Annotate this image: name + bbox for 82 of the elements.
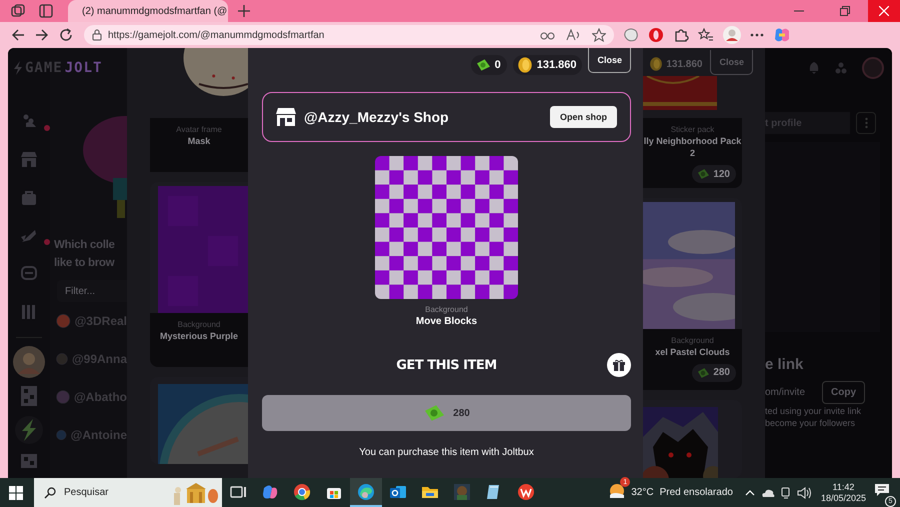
chevron-up-icon[interactable]	[744, 490, 755, 496]
search-field[interactable]: Pesquisar	[34, 478, 222, 507]
store-icon	[276, 108, 296, 126]
item-name: Mask	[188, 135, 210, 147]
coin-balance: 131.860	[666, 58, 702, 70]
puzzle-icon[interactable]	[673, 27, 689, 43]
cloud-icon[interactable]	[760, 488, 775, 497]
windows-icon[interactable]	[9, 486, 23, 500]
item-name: Mysterious Purple	[160, 330, 238, 342]
notification-dot-icon	[44, 239, 50, 245]
back-icon[interactable]	[11, 28, 25, 42]
close-button[interactable]	[868, 0, 900, 22]
item-name: xel Pastel Clouds	[655, 346, 730, 358]
open-shop-button[interactable]: Open shop	[550, 106, 617, 128]
joltbux-balance: 0	[470, 55, 507, 75]
item-name: Move Blocks	[414, 316, 478, 327]
favorites-icon[interactable]	[698, 27, 714, 43]
edge-icon	[356, 482, 376, 502]
profile-avatar-icon[interactable]	[723, 26, 741, 44]
weather-icon[interactable]	[609, 482, 626, 498]
money-icon	[696, 167, 710, 181]
restore-icon[interactable]	[840, 6, 850, 16]
avatar-icon[interactable]	[13, 346, 45, 378]
extension-icon[interactable]	[623, 27, 639, 43]
shop-name: @Azzy_Mezzy's Shop	[304, 109, 449, 125]
item-type: Sticker pack	[670, 124, 714, 135]
forward-icon[interactable]	[35, 28, 49, 42]
money-icon	[696, 366, 710, 380]
meet-icon[interactable]	[780, 486, 791, 498]
lock-icon	[92, 29, 102, 41]
purchase-note: You can purchase this item with Joltbux	[358, 447, 535, 458]
close-icon	[879, 6, 889, 16]
reload-icon[interactable]	[59, 28, 73, 42]
tab-title: (2) manummdgmodsfmartfan (@	[82, 6, 228, 16]
item-name: lly Neighborhood Pack	[644, 135, 742, 147]
heading-text: like to brow	[54, 256, 116, 271]
clock-date[interactable]: 18/05/2025	[820, 492, 866, 504]
gift-icon	[613, 359, 625, 371]
workspaces-icon[interactable]	[10, 3, 26, 19]
item-type: Background	[424, 305, 469, 314]
section-heading: GET THIS ITEM	[396, 358, 497, 372]
coin-icon	[516, 57, 533, 73]
item-type: Avatar frame	[176, 124, 222, 135]
tab-actions-icon[interactable]	[38, 3, 54, 19]
coin-balance: 131.860	[512, 55, 582, 75]
invite-note: ted using your invite link	[765, 406, 862, 416]
item-card[interactable]: Avatar frame Mask	[150, 48, 248, 172]
temperature-text: 32°C	[631, 487, 654, 498]
item-name: 2	[690, 147, 695, 159]
read-aloud-icon[interactable]	[566, 29, 582, 41]
item-card[interactable]: Sticker pack lly Neighborhood Pack 2 120	[643, 76, 742, 188]
chrome-icon	[292, 482, 312, 502]
item-type: Background	[178, 319, 220, 330]
coin-icon	[649, 57, 664, 71]
browser-tab[interactable]: (2) manummdgmodsfmartfan (@	[68, 0, 228, 22]
volume-icon[interactable]	[796, 486, 811, 498]
close-button[interactable]: Close	[588, 48, 631, 73]
lightning-icon[interactable]	[15, 416, 43, 444]
item-type: Background	[671, 334, 714, 346]
new-tab-icon[interactable]	[238, 5, 250, 17]
gift-button[interactable]	[607, 353, 631, 377]
invite-note: become your followers	[765, 418, 856, 428]
star-icon[interactable]	[592, 28, 606, 42]
weather-text: Pred ensolarado	[660, 487, 733, 498]
price-tag: 280	[692, 364, 736, 382]
heading-text: Which colle	[54, 238, 116, 253]
clock-time[interactable]: 11:42	[832, 482, 854, 492]
wps-icon	[516, 482, 536, 502]
notification-dot-icon	[44, 125, 50, 131]
game-icon	[452, 482, 472, 502]
address-field[interactable]: https://gamejolt.com/@manummdgmodsfmartfan	[84, 25, 614, 45]
notifications-icon[interactable]	[874, 483, 890, 497]
buy-button[interactable]: 280	[262, 395, 631, 431]
opera-icon[interactable]	[648, 27, 664, 43]
more-icon[interactable]	[750, 33, 764, 37]
price-tag: 120	[692, 165, 736, 183]
lightning-icon	[13, 61, 23, 75]
temple-icon	[174, 480, 220, 504]
search-icon	[44, 486, 56, 498]
section-heading: e link	[765, 356, 804, 373]
money-icon	[474, 57, 491, 73]
more-icon	[864, 117, 868, 129]
